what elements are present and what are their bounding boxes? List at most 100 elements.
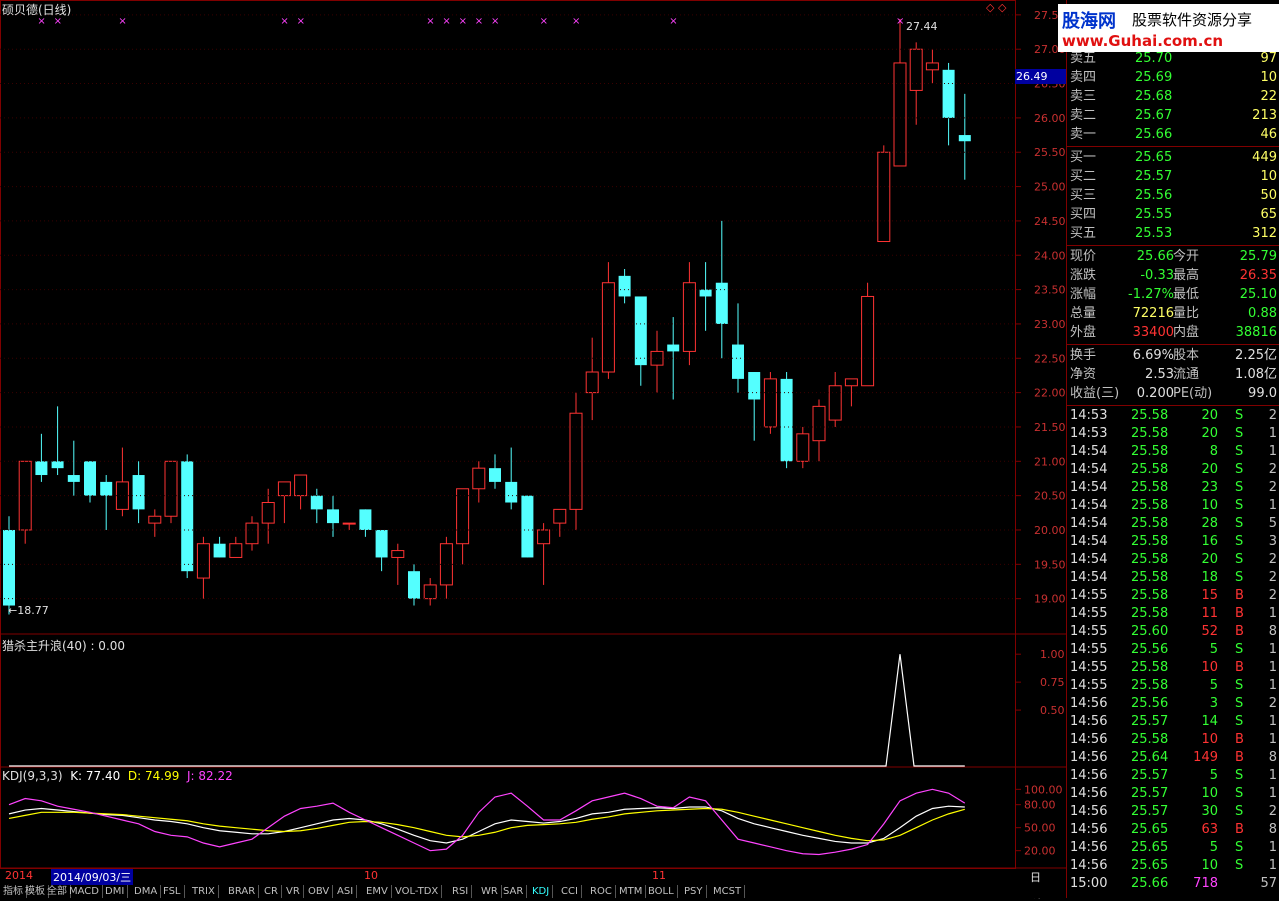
tab-kdj[interactable]: KDJ <box>529 885 554 898</box>
tab-dma[interactable]: DMA <box>131 885 162 898</box>
candle-body <box>909 48 923 91</box>
tab-rsi[interactable]: RSI <box>449 885 473 898</box>
tab-boll[interactable]: BOLL <box>645 885 678 898</box>
tick-row: 14:55 25.58 10 B 1 <box>1070 660 1277 675</box>
tab-psy[interactable]: PSY <box>681 885 707 898</box>
indicator-tabs: 指标 模板 全部 MACD DMI DMA FSL TRIX BRAR CR VR OBV ASI EMV… <box>0 885 1066 898</box>
candle-body <box>812 405 826 442</box>
tab-obv[interactable]: OBV <box>305 885 334 898</box>
candle-body <box>682 282 696 352</box>
signal-marker: × <box>491 16 499 27</box>
candle-body <box>100 481 113 496</box>
candle-body <box>439 543 453 586</box>
tab-vr[interactable]: VR <box>283 885 304 898</box>
candle-body <box>229 543 243 558</box>
y-tick-label: 21.50 <box>1034 421 1066 434</box>
diamond-icon[interactable]: ◇ ◇ <box>986 1 1006 14</box>
candle-body <box>327 509 339 524</box>
tick-row: 14:53 25.58 20 S 2 <box>1070 408 1277 423</box>
candle-body <box>245 522 259 545</box>
y-tick-label: 24.00 <box>1034 249 1066 262</box>
tick-row: 15:00 25.66 718 57 <box>1070 876 1277 891</box>
candle-body <box>35 461 48 476</box>
y-tick-label: 21.00 <box>1034 455 1066 468</box>
signal-marker: × <box>118 16 126 27</box>
candle-body <box>553 508 567 524</box>
candle-body <box>423 584 437 600</box>
y-tick-label: 19.00 <box>1034 593 1066 606</box>
cursor-date: 2014/09/03/三 <box>51 869 134 885</box>
candle-body <box>942 69 955 118</box>
signal-marker: × <box>426 16 434 27</box>
sell-level: 卖四 25.69 10 <box>1070 70 1277 85</box>
tick-row: 14:54 25.58 20 S 2 <box>1070 552 1277 567</box>
y-tick-label: 20.00 <box>1024 845 1056 858</box>
y-tick-label: 100.00 <box>1024 783 1063 796</box>
tab-fsl[interactable]: FSL <box>160 885 185 898</box>
y-tick-label: 0.75 <box>1040 676 1065 689</box>
buy-level: 买四 25.55 65 <box>1070 207 1277 222</box>
y-tick-label: 23.00 <box>1034 318 1066 331</box>
tick-row: 14:56 25.57 5 S 1 <box>1070 768 1277 783</box>
candle-body <box>213 543 226 558</box>
candle-body <box>164 460 178 517</box>
candle-body <box>844 378 858 387</box>
chart-title: 硕贝德(日线) <box>2 3 72 17</box>
quote-row: 外盘 33400 内盘 38816 <box>1070 325 1277 340</box>
candle-body <box>3 529 15 606</box>
tab-trix[interactable]: TRIX <box>189 885 219 898</box>
candle-body <box>585 371 599 394</box>
fundamental-row: 收益(三) 0.200 PE(动) 99.0 <box>1070 386 1277 401</box>
candle-body <box>958 135 971 142</box>
tab-mtm[interactable]: MTM <box>616 885 647 898</box>
candle-body <box>537 529 551 545</box>
candle-body <box>359 509 372 530</box>
y-tick-label: 25.00 <box>1034 181 1066 194</box>
signal-marker: × <box>540 16 548 27</box>
kdj-title: KDJ(9,3,3) K: 77.40 D: 74.99 J: 82.22 <box>2 769 233 783</box>
candle-body <box>618 275 631 297</box>
sell-level: 卖二 25.67 213 <box>1070 108 1277 123</box>
tab-mcst[interactable]: MCST <box>710 885 746 898</box>
candle-body <box>634 296 647 366</box>
y-tick-label: 19.50 <box>1034 558 1066 571</box>
signal-marker: × <box>669 16 677 27</box>
candle-body <box>115 481 129 510</box>
tab-cci[interactable]: CCI <box>558 885 582 898</box>
tick-row: 14:54 25.58 18 S 2 <box>1070 570 1277 585</box>
candle-body <box>877 151 891 243</box>
y-tick-label: 25.50 <box>1034 146 1066 159</box>
buy-level: 买一 25.65 449 <box>1070 150 1277 165</box>
tab-cr[interactable]: CR <box>261 885 282 898</box>
tab-roc[interactable]: ROC <box>587 885 616 898</box>
tab-wr[interactable]: WR <box>478 885 502 898</box>
quote-row: 涨跌 -0.33 最高 26.35 <box>1070 268 1277 283</box>
low-price-label: ←18.77 <box>8 604 49 617</box>
tick-row: 14:56 25.57 10 S 1 <box>1070 786 1277 801</box>
kline-chart[interactable]: 27.5027.0026.5026.0025.5025.0024.5024.00… <box>0 0 1066 885</box>
signal-marker: × <box>442 16 450 27</box>
tab-dmi[interactable]: DMI <box>102 885 129 898</box>
signal-marker: × <box>475 16 483 27</box>
tab-brar[interactable]: BRAR <box>225 885 260 898</box>
candle-body <box>342 522 356 525</box>
tab-macd[interactable]: MACD <box>66 885 103 898</box>
tab-asi[interactable]: ASI <box>334 885 358 898</box>
y-tick-label: 1.00 <box>1040 648 1065 661</box>
candle-body <box>51 461 64 469</box>
y-tick-label: 24.50 <box>1034 215 1066 228</box>
month-11-label: 11 <box>652 869 666 882</box>
tick-row: 14:55 25.58 15 B 2 <box>1070 588 1277 603</box>
candle-body <box>699 289 712 297</box>
candle-body <box>489 468 501 482</box>
quote-row: 总量 72216 量比 0.88 <box>1070 306 1277 321</box>
tab-sar[interactable]: SAR <box>500 885 528 898</box>
tab-vol-tdx[interactable]: VOL-TDX <box>392 885 443 898</box>
candle-body <box>391 550 405 558</box>
candle-body <box>748 372 761 400</box>
tab-emv[interactable]: EMV <box>363 885 392 898</box>
month-10-label: 10 <box>364 869 378 882</box>
fundamental-row: 净资 2.53 流通 1.08亿 <box>1070 367 1277 382</box>
candle-body <box>310 495 323 510</box>
tick-row: 14:56 25.58 10 B 1 <box>1070 732 1277 747</box>
